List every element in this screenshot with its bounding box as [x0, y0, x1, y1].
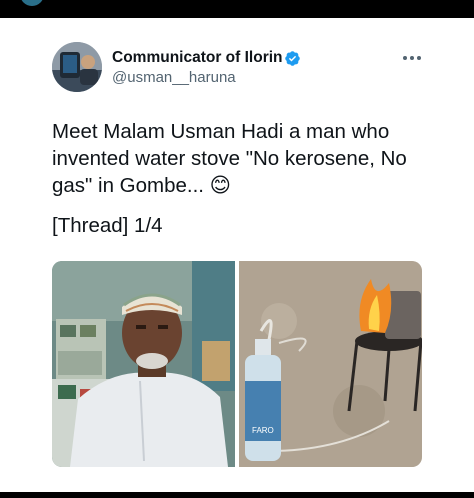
handle[interactable]: @usman__haruna — [112, 69, 236, 86]
bottle-label: FARO — [252, 426, 274, 435]
app-icon — [20, 0, 44, 6]
photo-man[interactable] — [52, 261, 235, 467]
status-bar — [0, 0, 474, 18]
tweet-card: Communicator of Ilorin @usman__haruna Me… — [0, 18, 474, 492]
thread-label: [Thread] 1/4 — [52, 214, 163, 237]
tweet-media[interactable]: FARO — [52, 261, 422, 467]
display-name[interactable]: Communicator of Ilorin — [112, 49, 283, 67]
verified-badge-icon — [285, 51, 300, 66]
avatar[interactable] — [52, 42, 102, 92]
more-options-icon[interactable] — [400, 50, 424, 66]
avatar-image — [52, 42, 102, 92]
bottom-bar — [0, 492, 474, 498]
tweet-text: Meet Malam Usman Hadi a man who invented… — [52, 120, 407, 197]
photo-water-stove[interactable]: FARO — [239, 261, 422, 467]
